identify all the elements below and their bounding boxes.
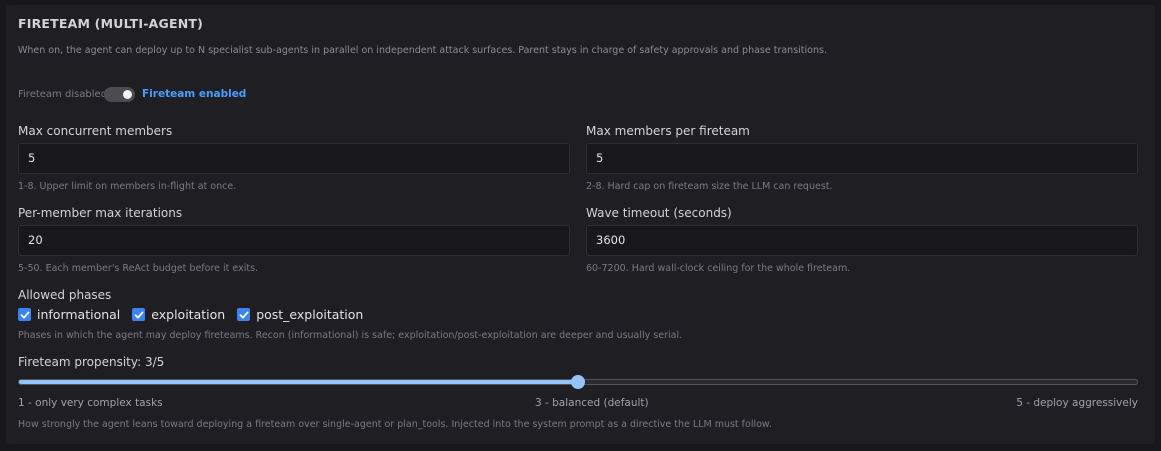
check-icon [134, 311, 144, 318]
scale-max-label: 5 - deploy aggressively [1016, 397, 1138, 409]
scale-min-label: 1 - only very complex tasks [18, 397, 163, 409]
max-per-fireteam-hint: 2-8. Hard cap on fireteam size the LLM c… [586, 181, 833, 192]
toggle-on-label: Fireteam enabled [142, 88, 247, 100]
check-icon [239, 311, 249, 318]
checkbox-informational[interactable] [18, 308, 31, 321]
phase-label-informational: informational [37, 307, 121, 322]
wave-timeout-label: Wave timeout (seconds) [586, 206, 732, 220]
checkbox-post-exploitation[interactable] [237, 308, 251, 321]
fireteam-settings-panel: FIRETEAM (MULTI-AGENT) When on, the agen… [6, 5, 1155, 444]
max-concurrent-label: Max concurrent members [18, 124, 173, 138]
wave-timeout-input[interactable]: 3600 [586, 225, 1138, 256]
max-concurrent-hint: 1-8. Upper limit on members in-flight at… [18, 181, 237, 192]
allowed-phases-label: Allowed phases [18, 288, 112, 302]
max-per-fireteam-label: Max members per fireteam [586, 124, 750, 138]
section-description: When on, the agent can deploy up to N sp… [18, 45, 827, 56]
max-per-fireteam-input[interactable]: 5 [586, 143, 1138, 174]
toggle-off-label: Fireteam disabled [18, 89, 108, 100]
scale-mid-label: 3 - balanced (default) [535, 397, 649, 409]
fireteam-toggle[interactable] [104, 87, 135, 102]
phase-checkboxes: informational exploitation post_exploita… [18, 307, 375, 322]
section-title: FIRETEAM (MULTI-AGENT) [18, 16, 204, 31]
checkbox-exploitation[interactable] [132, 308, 146, 321]
per-member-iterations-input[interactable]: 20 [18, 225, 570, 256]
wave-timeout-hint: 60-7200. Hard wall-clock ceiling for the… [586, 263, 851, 274]
max-concurrent-input[interactable]: 5 [18, 143, 570, 174]
per-member-iterations-hint: 5-50. Each member's ReAct budget before … [18, 263, 259, 274]
check-icon [20, 311, 29, 318]
phase-label-exploitation: exploitation [151, 307, 226, 322]
phases-hint: Phases in which the agent may deploy fir… [18, 330, 683, 341]
propensity-hint: How strongly the agent leans toward depl… [18, 419, 772, 430]
per-member-iterations-label: Per-member max iterations [18, 206, 183, 220]
phase-label-post-exploitation: post_exploitation [256, 307, 364, 322]
propensity-slider[interactable] [18, 375, 1138, 389]
slider-thumb[interactable] [571, 375, 585, 389]
slider-fill [19, 380, 578, 384]
toggle-knob [123, 90, 132, 99]
propensity-label: Fireteam propensity: 3/5 [18, 355, 165, 369]
